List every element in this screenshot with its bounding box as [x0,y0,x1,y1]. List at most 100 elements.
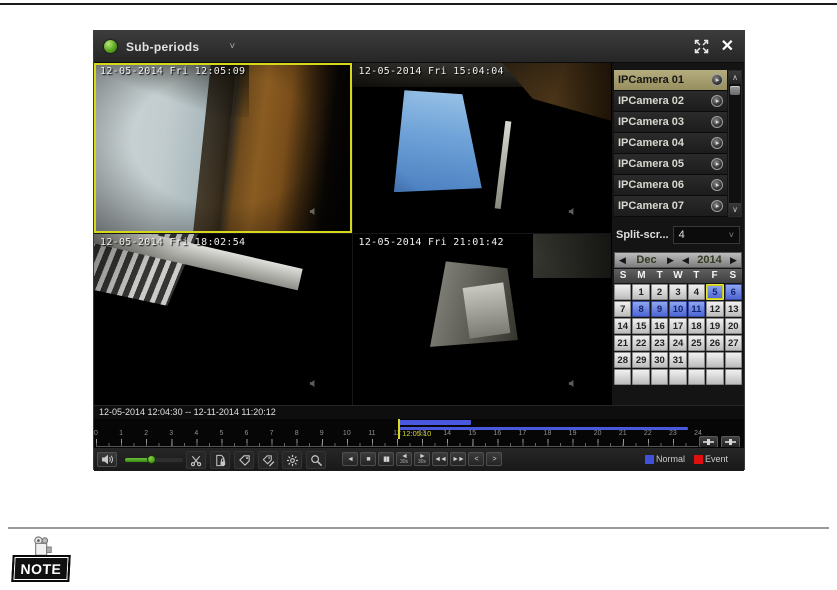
video-timestamp: 12-05-2014 Fri 12:05:09 [100,66,246,77]
calendar-day[interactable] [650,369,669,385]
add-tag-icon[interactable] [234,451,254,469]
calendar-day[interactable]: 14 [614,318,632,334]
calendar-day[interactable]: 2 [650,284,669,300]
calendar-day[interactable]: 18 [687,318,706,334]
calendar-day[interactable]: 3 [669,284,687,300]
video-cell-2[interactable]: 12-05-2014 Fri 15:04:04 [352,63,611,234]
next-year-button[interactable]: ▶ [726,252,741,268]
camera-list-item[interactable]: IPCamera 05 [614,154,727,175]
calendar-day[interactable]: 6 [724,284,742,300]
calendar-day[interactable] [687,352,706,368]
calendar-day[interactable]: 24 [669,335,687,351]
play-camera-icon[interactable] [711,116,723,128]
slow-down-button[interactable]: ◄◄ [432,452,448,466]
calendar-day[interactable]: 4 [687,284,706,300]
calendar-day[interactable]: 31 [669,352,687,368]
lock-file-icon[interactable] [210,451,230,469]
mute-button[interactable] [97,452,117,467]
volume-slider[interactable] [125,455,183,464]
play-camera-icon[interactable] [711,74,723,86]
calendar-day[interactable]: 25 [687,335,706,351]
play-camera-icon[interactable] [711,158,723,170]
prev-month-button[interactable]: ◀ [615,252,630,268]
calendar-day[interactable] [632,369,650,385]
event-label: Event [704,454,728,464]
calendar-day[interactable]: 29 [632,352,650,368]
video-cell-1[interactable]: 12-05-2014 Fri 12:05:09 [94,63,353,234]
split-screen-select[interactable]: 4 ˅ [672,226,740,244]
back-30s-button[interactable]: ◄ 30s [396,452,412,466]
digital-zoom-icon[interactable] [306,451,326,469]
scroll-down-icon[interactable]: ∨ [729,203,741,216]
play-camera-icon[interactable] [711,137,723,149]
video-cell-3[interactable]: 12-05-2014 Fri 18:02:54 [94,234,353,405]
calendar-day[interactable] [687,369,706,385]
camera-name: IPCamera 01 [618,74,685,86]
play-camera-icon[interactable] [711,95,723,107]
previous-file-button[interactable]: < [468,452,484,466]
reverse-play-button[interactable]: ◄ [342,452,358,466]
page-top-rule [0,3,837,5]
calendar-day[interactable]: 1 [632,284,650,300]
play-camera-icon[interactable] [711,200,723,212]
camera-list-item[interactable]: IPCamera 03 [614,112,727,133]
calendar-day[interactable]: 23 [650,335,669,351]
timeline-cursor[interactable] [398,419,401,439]
calendar-day[interactable]: 11 [687,301,706,317]
calendar-day[interactable] [706,352,724,368]
volume-knob[interactable] [147,455,157,464]
calendar-day-header: F [711,270,718,281]
play-camera-icon[interactable] [711,179,723,191]
prev-year-button[interactable]: ◀ [678,252,693,268]
calendar-day[interactable]: 21 [614,335,632,351]
timeline-track[interactable]: 12:05:10 0 1 2 3 4 5 6 7 8 9 10 11 12 13 14 15 16 17 18 19 2… [94,419,702,447]
camera-list-item[interactable]: IPCamera 06 [614,175,727,196]
record-type-legend: Normal Event [644,454,728,464]
scrollbar-thumb[interactable] [730,86,740,95]
calendar-day[interactable] [614,284,632,300]
clip-icon[interactable] [186,451,206,469]
calendar-day-headers: SMTWTFS [614,269,742,283]
calendar-day[interactable]: 28 [614,352,632,368]
calendar-day[interactable]: 12 [706,301,724,317]
calendar-day[interactable]: 10 [669,301,687,317]
chevron-down-icon[interactable]: ˅ [229,41,235,52]
calendar-day[interactable]: 30 [650,352,669,368]
calendar-day[interactable]: 17 [669,318,687,334]
video-cell-4[interactable]: 12-05-2014 Fri 21:01:42 [352,234,611,405]
speed-up-button[interactable]: ►► [450,452,466,466]
calendar-day[interactable]: 8 [632,301,650,317]
calendar-day[interactable] [669,369,687,385]
calendar-day[interactable]: 26 [706,335,724,351]
tag-management-icon[interactable] [282,451,302,469]
calendar-day[interactable]: 16 [650,318,669,334]
calendar-day[interactable] [724,352,742,368]
camera-list-item[interactable]: IPCamera 02 [614,91,727,112]
camera-list-item[interactable]: IPCamera 01 [614,70,727,91]
calendar-day[interactable]: 27 [724,335,742,351]
add-custom-tag-icon[interactable] [258,451,278,469]
calendar-day[interactable]: 13 [724,301,742,317]
calendar-day[interactable] [724,369,742,385]
next-file-button[interactable]: > [486,452,502,466]
calendar-day[interactable]: 19 [706,318,724,334]
calendar-day[interactable]: 9 [650,301,669,317]
calendar-day[interactable]: 15 [632,318,650,334]
ruler-hour-label: 10 [342,430,351,437]
scroll-up-icon[interactable]: ∧ [729,71,741,84]
document-page: Sub-periods ˅ ✕ 12-05-2014 Fri 12:05:09 [0,0,837,590]
calendar-day[interactable]: 22 [632,335,650,351]
next-month-button[interactable]: ▶ [663,252,678,268]
stop-button[interactable]: ■ [360,452,376,466]
calendar-day[interactable] [614,369,632,385]
pause-button[interactable]: ▮▮ [378,452,394,466]
calendar-day[interactable]: 5 [706,284,724,300]
camera-list-item[interactable]: IPCamera 04 [614,133,727,154]
forward-30s-button[interactable]: ► 30s [414,452,430,466]
calendar-day[interactable] [706,369,724,385]
calendar-day[interactable]: 20 [724,318,742,334]
calendar-day[interactable]: 7 [614,301,632,317]
camera-list-item[interactable]: IPCamera 07 [614,196,727,217]
close-icon[interactable]: ✕ [721,38,734,55]
fullscreen-icon[interactable] [694,39,709,54]
